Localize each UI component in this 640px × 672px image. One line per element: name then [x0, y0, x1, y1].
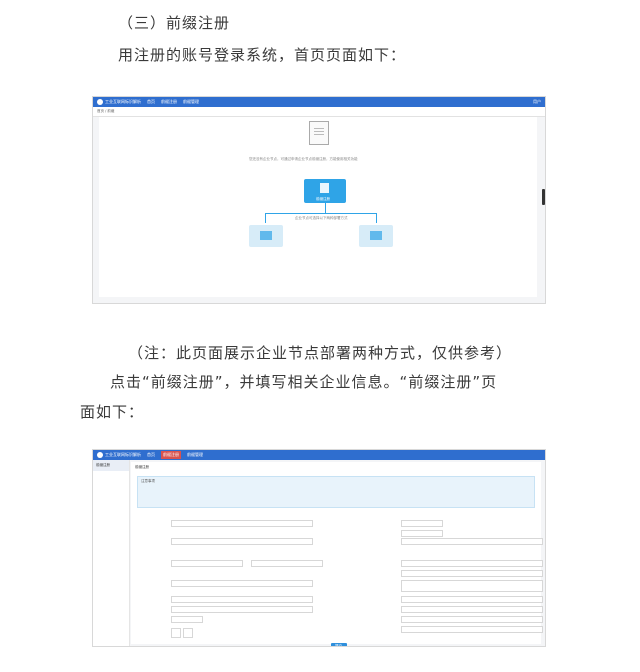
connector-line: [325, 203, 326, 213]
tab-home[interactable]: 首页: [147, 99, 155, 105]
tab-home[interactable]: 首页: [147, 452, 155, 458]
form-field[interactable]: [401, 530, 443, 537]
tab-prefix-manage[interactable]: 前缀管理: [187, 452, 203, 458]
branch-caption: 企业节点可选择以下两种部署方式: [295, 216, 348, 220]
tab-prefix-register[interactable]: 前缀注册: [161, 451, 181, 459]
step-paragraph: 点击“前缀注册”，并填写相关企业信息。“前缀注册”页: [110, 373, 498, 391]
user-menu[interactable]: 用户: [533, 99, 541, 105]
notice-title: 注意事项: [141, 479, 155, 483]
form-field[interactable]: [401, 596, 543, 603]
app-top-bar: 工业互联网标识解析 首页 前缀注册 前缀管理 用户: [93, 97, 545, 107]
register-form-panel: 前缀注册 注意事项 提交: [131, 462, 543, 647]
form-field[interactable]: [401, 570, 543, 577]
note-paragraph: （注：此页面展示企业节点部署两种方式，仅供参考）: [128, 344, 513, 362]
tab-prefix-register[interactable]: 前缀注册: [161, 99, 177, 105]
upload-box[interactable]: [171, 628, 181, 638]
connector-line: [265, 213, 266, 223]
app-logo: 工业互联网标识解析: [97, 452, 141, 458]
upload-box[interactable]: [183, 628, 193, 638]
form-field[interactable]: [401, 538, 543, 545]
sidebar-item-prefix-register[interactable]: 前缀注册: [93, 460, 129, 471]
self-build-option-card[interactable]: [249, 225, 283, 247]
form-title: 前缀注册: [135, 465, 149, 469]
app-logo: 工业互联网标识解析: [97, 99, 141, 105]
prefix-register-screenshot: 工业互联网标识解析 首页 前缀注册 前缀管理 前缀注册 前缀注册 注意事项 提交: [92, 449, 546, 647]
sidebar: 前缀注册: [93, 460, 130, 646]
homepage-screenshot: 工业互联网标识解析 首页 前缀注册 前缀管理 用户 首页 / 前缀 您还没有企业…: [92, 96, 546, 304]
section-heading: （三）前缀注册: [118, 14, 231, 32]
app-top-bar: 工业互联网标识解析 首页 前缀注册 前缀管理: [93, 450, 545, 460]
form-field[interactable]: [401, 606, 543, 613]
breadcrumb: 首页 / 前缀: [93, 107, 545, 117]
form-field[interactable]: [251, 560, 323, 567]
connector-line: [376, 213, 377, 223]
home-canvas: 您还没有企业节点，可通过申请企业节点前缀注册，方能使用相关功能 前缀注册 企业节…: [99, 117, 537, 297]
form-field[interactable]: [171, 616, 203, 623]
form-field[interactable]: [171, 538, 313, 545]
form-field[interactable]: [171, 520, 313, 527]
form-field[interactable]: [171, 580, 313, 587]
form-field[interactable]: [171, 596, 313, 603]
tab-prefix-manage[interactable]: 前缀管理: [183, 99, 199, 105]
form-field[interactable]: [171, 560, 243, 567]
hosting-option-card[interactable]: [359, 225, 393, 247]
form-field[interactable]: [401, 520, 443, 527]
form-textarea[interactable]: [401, 580, 543, 592]
submit-label: 提交: [335, 644, 342, 647]
intro-paragraph: 用注册的账号登录系统，首页页面如下：: [118, 46, 407, 64]
step-paragraph-continued: 面如下：: [80, 403, 145, 421]
notice-box: 注意事项: [137, 476, 535, 508]
prefix-register-label: 前缀注册: [316, 197, 330, 201]
connector-line: [265, 213, 377, 214]
form-field[interactable]: [401, 616, 543, 623]
empty-state-text: 您还没有企业节点，可通过申请企业节点前缀注册，方能使用相关功能: [249, 157, 358, 161]
form-field[interactable]: [401, 560, 543, 567]
scrollbar[interactable]: [542, 189, 545, 205]
form-field[interactable]: [171, 606, 313, 613]
form-field[interactable]: [401, 626, 543, 633]
document-icon: [309, 121, 329, 145]
